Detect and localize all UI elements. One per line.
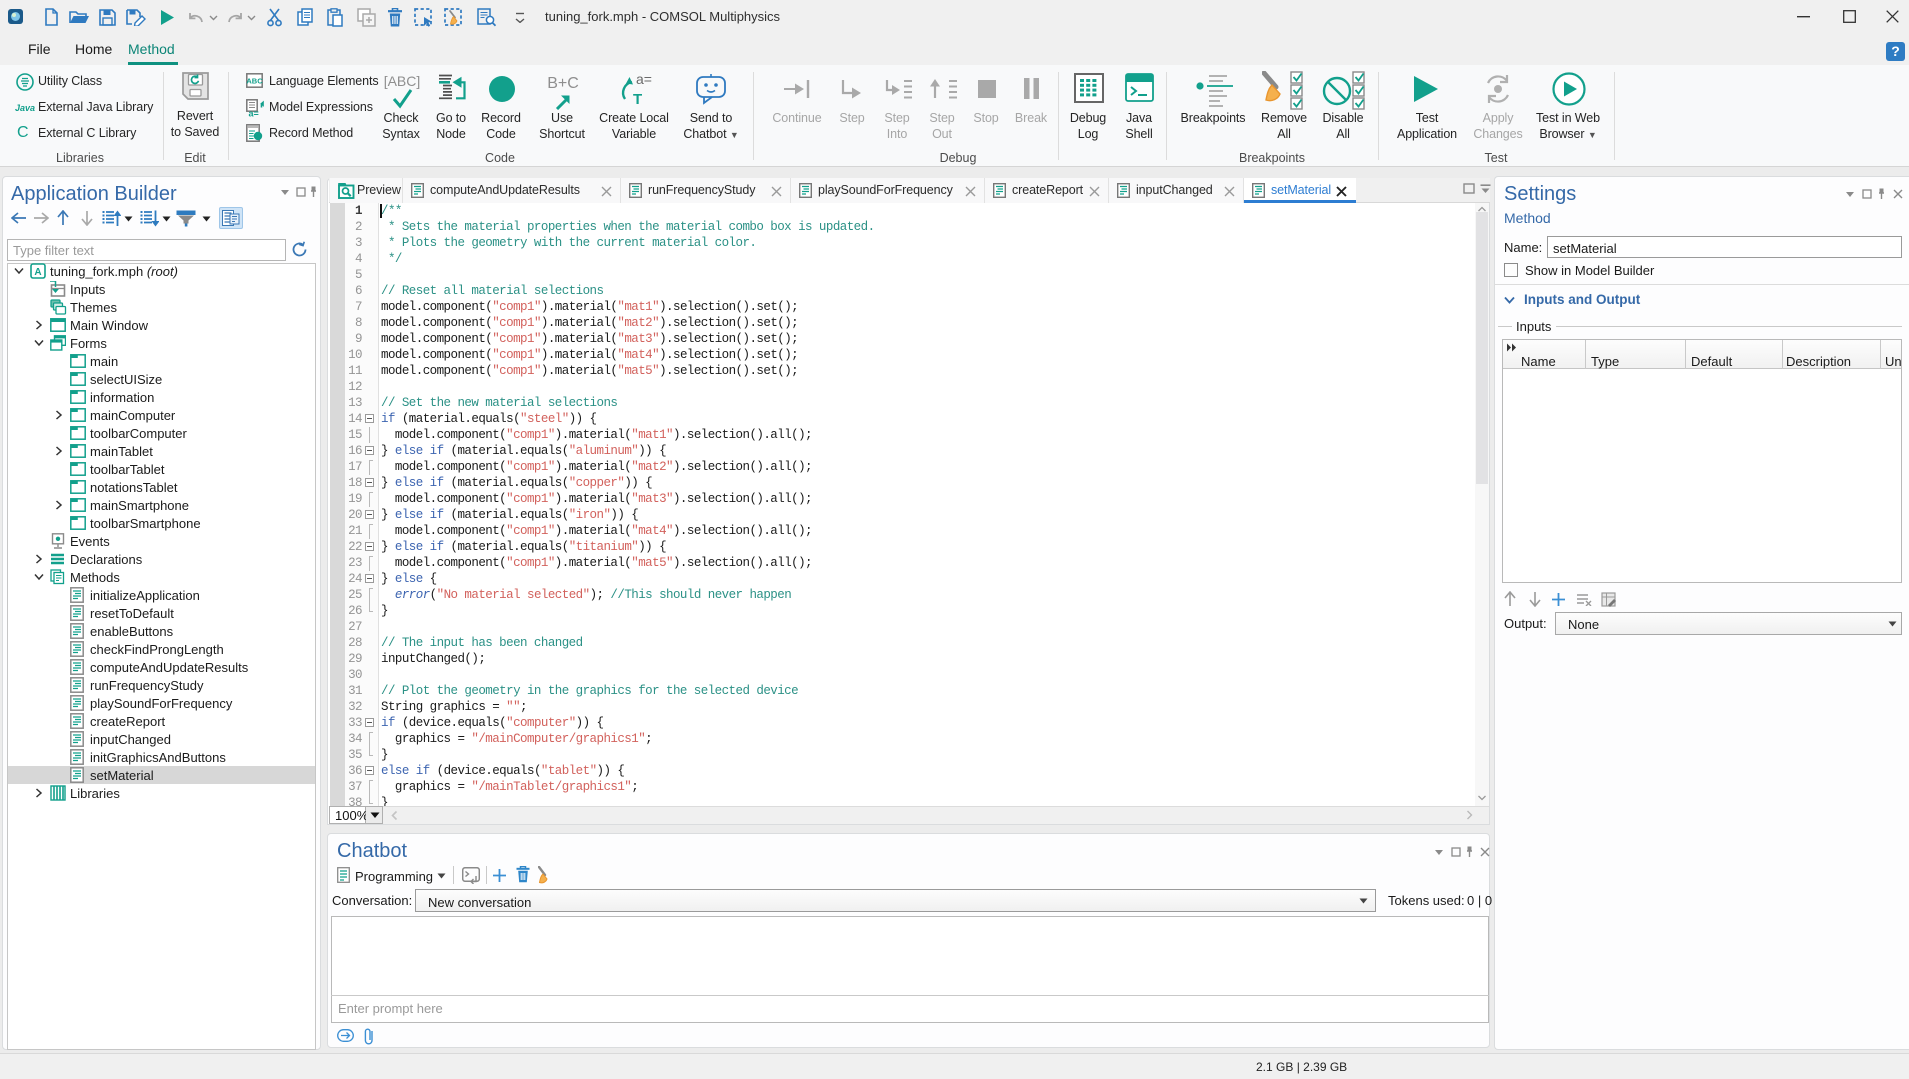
svg-text:a=: a=	[249, 109, 259, 118]
svg-text:ABC: ABC	[246, 77, 263, 86]
svg-text:B+C: B+C	[547, 75, 579, 92]
svg-text:A: A	[34, 267, 41, 278]
svg-text:a=: a=	[636, 71, 652, 87]
svg-text:T: T	[633, 91, 642, 108]
svg-text:[ABC]: [ABC]	[384, 73, 421, 89]
